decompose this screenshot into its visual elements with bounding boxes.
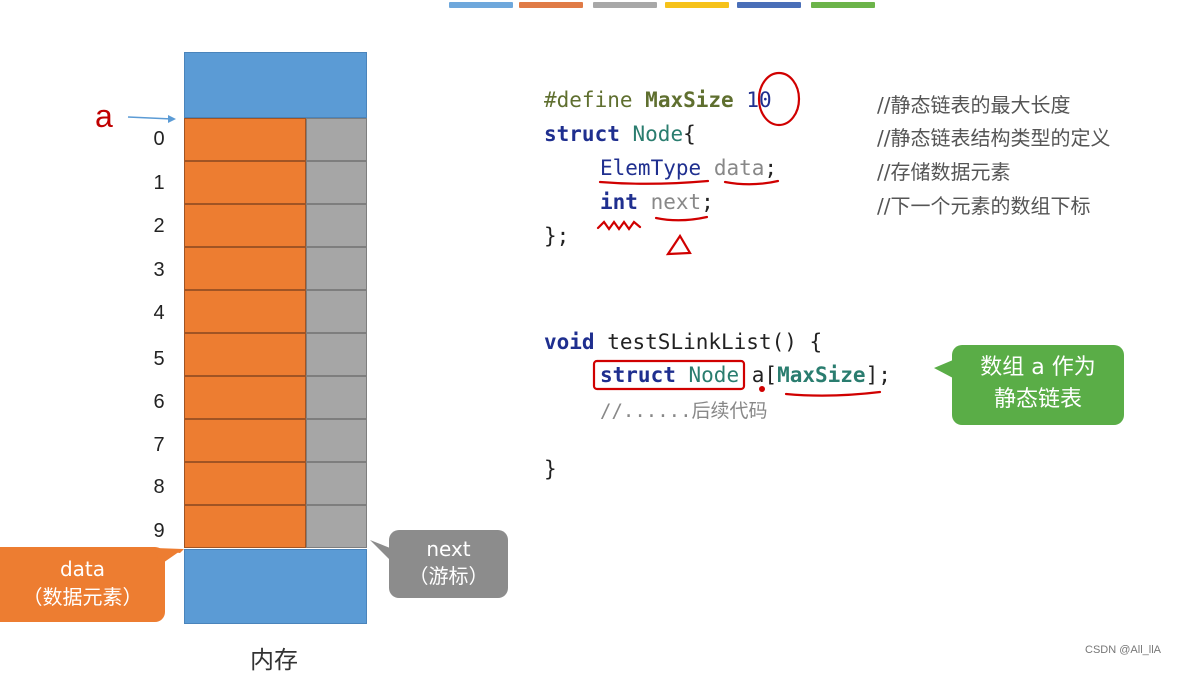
data-callout-tail xyxy=(155,548,183,565)
triangle-annotation-icon xyxy=(665,233,692,256)
annotation-overlay xyxy=(127,71,953,565)
value-circle-annotation xyxy=(757,71,801,127)
array-dot-annotation xyxy=(759,386,765,392)
data-underline-annotation xyxy=(723,179,780,186)
array-callout-tail xyxy=(934,360,953,378)
int-squiggle-annotation xyxy=(596,220,642,231)
next-callout-tail xyxy=(370,540,390,560)
struct-node-box-annotation xyxy=(592,359,746,391)
pointer-arrow-icon xyxy=(127,115,176,123)
next-underline-annotation xyxy=(654,215,709,222)
maxsize-underline-annotation xyxy=(784,390,882,397)
elemtype-underline-annotation xyxy=(598,179,710,185)
